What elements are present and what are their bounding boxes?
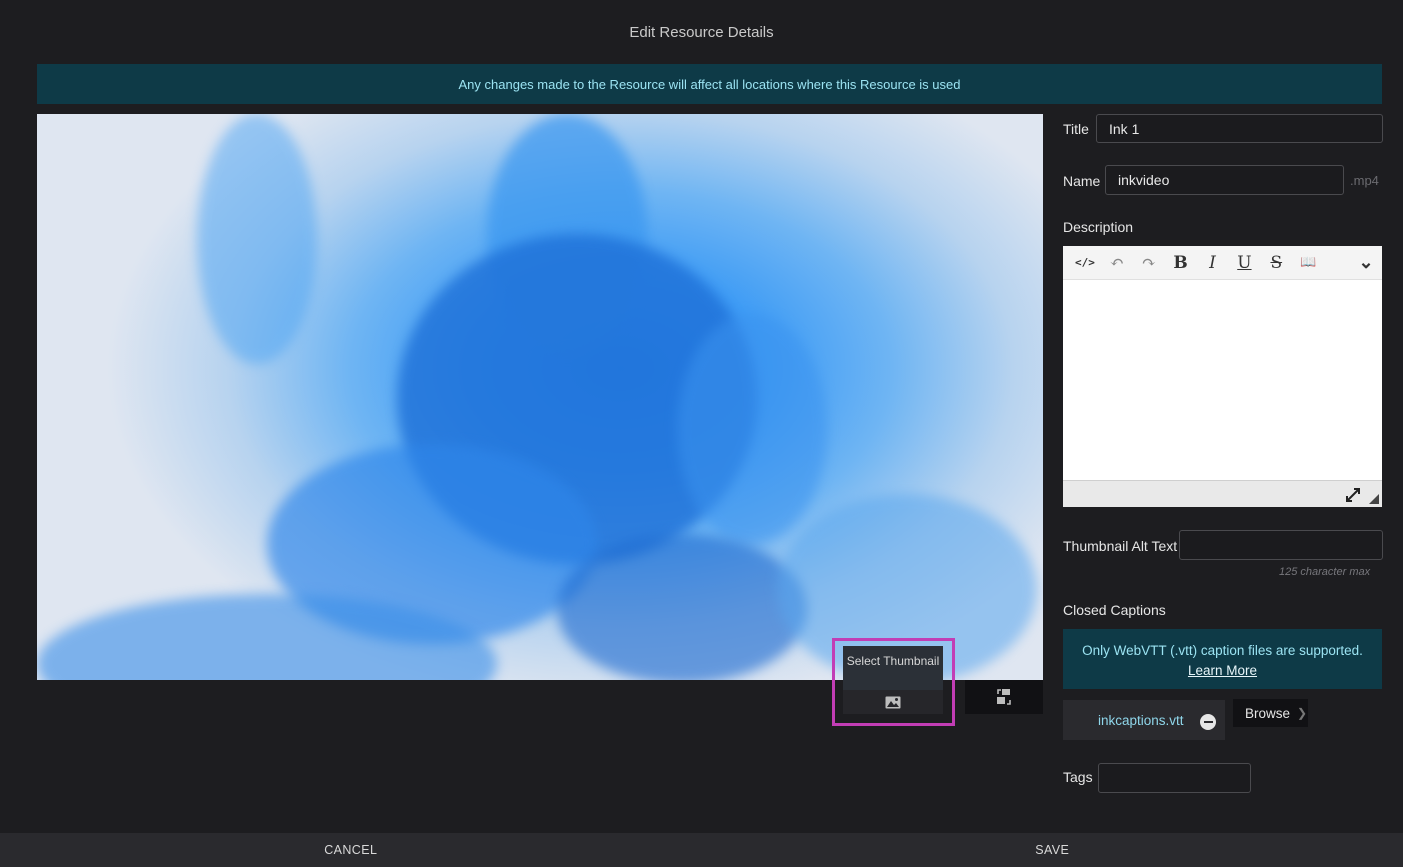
strikethrough-icon[interactable]: S (1260, 248, 1292, 278)
name-label: Name (1063, 173, 1101, 189)
captions-notice-text: Only WebVTT (.vtt) caption files are sup… (1082, 643, 1363, 658)
alt-text-input[interactable] (1179, 530, 1383, 560)
fullscreen-icon[interactable] (1346, 488, 1360, 502)
browse-label: Browse (1245, 705, 1291, 721)
book-icon[interactable]: 📖 (1292, 248, 1324, 278)
alt-text-hint: 125 character max (1279, 566, 1371, 578)
closed-captions-label: Closed Captions (1063, 602, 1166, 618)
name-input[interactable]: inkvideo (1105, 165, 1344, 195)
modal-title: Edit Resource Details (629, 24, 774, 41)
cancel-button[interactable]: CANCEL (0, 833, 702, 867)
editor-statusbar (1063, 480, 1382, 507)
tags-input[interactable] (1098, 763, 1251, 793)
source-code-icon[interactable]: </> (1069, 248, 1101, 278)
alt-text-label: Thumbnail Alt Text (1063, 538, 1178, 554)
undo-icon[interactable]: ↶ (1101, 248, 1133, 278)
resize-handle-icon[interactable] (1369, 494, 1379, 504)
caption-file-name: inkcaptions.vtt (1098, 712, 1184, 728)
image-icon (885, 696, 901, 708)
learn-more-link[interactable]: Learn More (1188, 661, 1257, 681)
video-preview[interactable] (37, 114, 1043, 680)
remove-caption-icon[interactable] (1200, 714, 1216, 730)
description-editor[interactable]: </> ↶ ↷ B I U S 📖 ⌄ (1063, 246, 1382, 507)
editor-body[interactable] (1063, 280, 1382, 480)
select-thumbnail-tooltip: Select Thumbnail (843, 646, 943, 690)
info-banner: Any changes made to the Resource will af… (37, 64, 1382, 104)
video-toolbar (965, 680, 1043, 714)
underline-icon[interactable]: U (1228, 248, 1260, 278)
chevron-down-icon[interactable]: ⌄ (1350, 248, 1382, 278)
tags-label: Tags (1063, 769, 1093, 785)
editor-toolbar: </> ↶ ↷ B I U S 📖 ⌄ (1063, 246, 1382, 280)
italic-icon[interactable]: I (1197, 248, 1229, 278)
title-label: Title (1063, 121, 1089, 137)
thumbnail-swap-icon[interactable] (995, 688, 1013, 706)
title-input[interactable]: Ink 1 (1096, 114, 1383, 143)
select-thumbnail-button[interactable] (843, 690, 943, 714)
save-button[interactable]: SAVE (702, 833, 1403, 867)
chevron-right-icon: ❯ (1297, 706, 1308, 720)
bold-icon[interactable]: B (1165, 248, 1197, 278)
footer-bar: CANCEL SAVE (0, 833, 1403, 867)
redo-icon[interactable]: ↷ (1133, 248, 1165, 278)
browse-button[interactable]: Browse ❯ (1233, 699, 1308, 727)
description-label: Description (1063, 219, 1134, 235)
caption-file-chip: inkcaptions.vtt (1063, 700, 1225, 740)
captions-notice: Only WebVTT (.vtt) caption files are sup… (1063, 629, 1382, 689)
file-extension: .mp4 (1350, 173, 1379, 188)
